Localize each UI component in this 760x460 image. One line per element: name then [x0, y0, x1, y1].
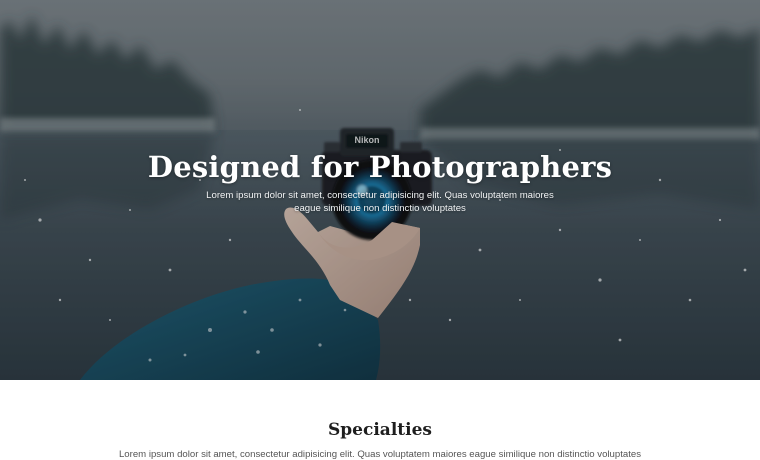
- specialties-description: Lorem ipsum dolor sit amet, consectetur …: [118, 449, 642, 460]
- specialties-section: Specialties Lorem ipsum dolor sit amet, …: [0, 380, 760, 460]
- hero-title: Designed for Photographers: [147, 150, 613, 184]
- specialties-title: Specialties: [328, 420, 432, 440]
- hero-subtitle: Lorem ipsum dolor sit amet, consectetur …: [206, 190, 554, 214]
- hero-section: Nikon Designed for Photographers Lorem i…: [0, 0, 760, 380]
- landing-page: Nikon Designed for Photographers Lorem i…: [0, 0, 760, 460]
- hero-content: Designed for Photographers Lorem ipsum d…: [0, 150, 760, 215]
